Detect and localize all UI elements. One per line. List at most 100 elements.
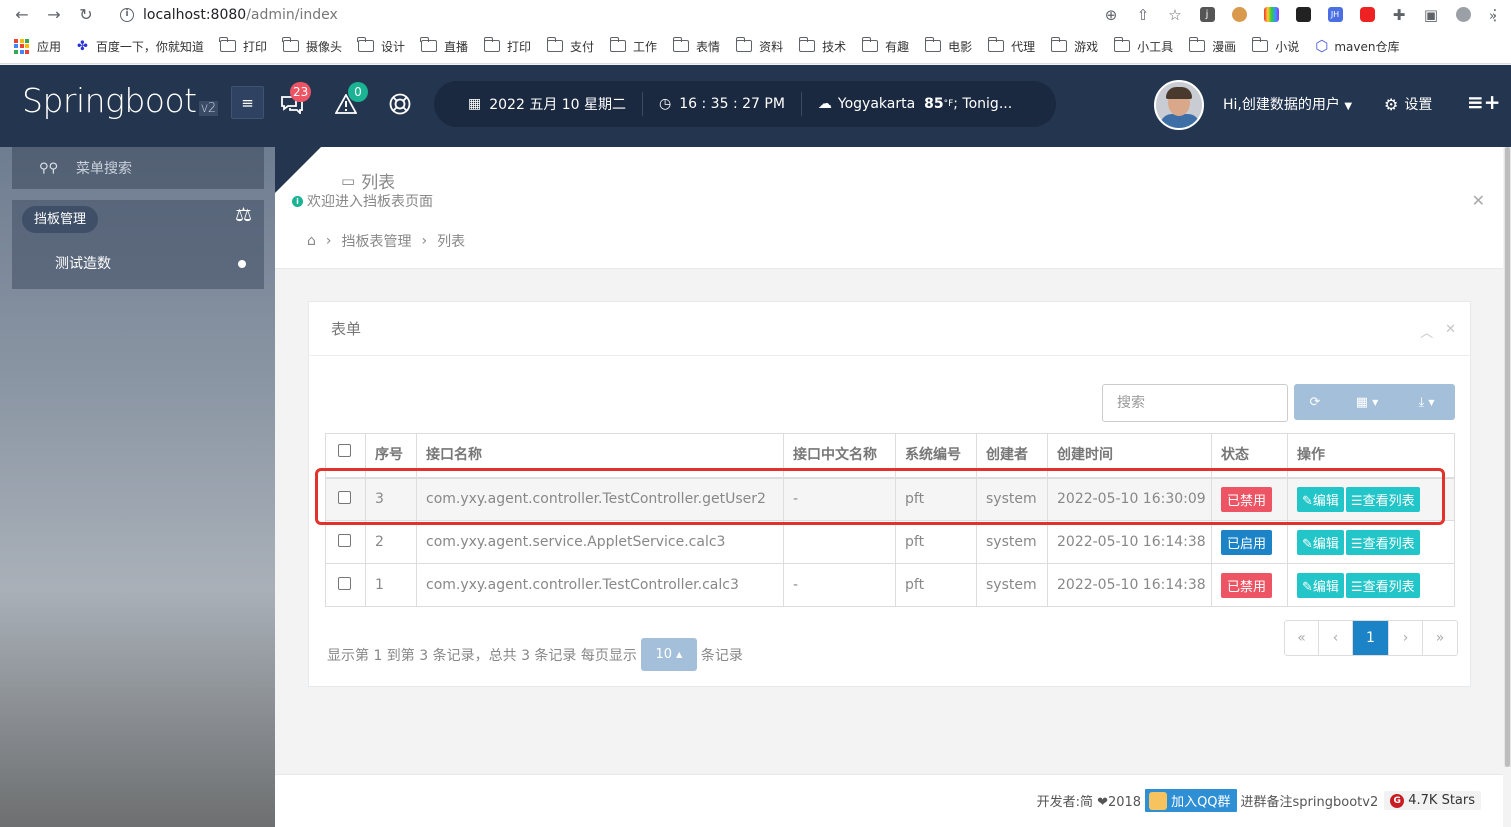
row-checkbox[interactable] (338, 533, 351, 547)
col-cn-name[interactable]: 接口中文名称 (783, 433, 896, 479)
back-button[interactable]: ← (6, 0, 38, 29)
bookmark-item[interactable]: 漫画 (1188, 37, 1236, 55)
bookmark-item[interactable]: 表情 (672, 37, 720, 55)
alerts-icon[interactable]: 0 (332, 82, 368, 118)
table-row[interactable]: 3 com.yxy.agent.controller.TestController… (325, 477, 1455, 521)
app-logo[interactable]: Springboot v2 (22, 81, 218, 120)
page-size-value: 10 (655, 647, 672, 662)
reload-button[interactable]: ↻ (70, 0, 102, 29)
extension-color-icon[interactable] (1255, 0, 1287, 29)
github-stars-badge[interactable]: G 4.7K Stars (1384, 791, 1481, 810)
bookmarks-more[interactable]: » (1489, 9, 1497, 24)
scrollbar[interactable] (1504, 147, 1511, 767)
time-display: ◷ 16 : 35 : 27 PM (643, 92, 802, 116)
row-checkbox[interactable] (338, 576, 351, 590)
home-icon[interactable]: ⌂ (307, 233, 316, 249)
avatar[interactable] (1154, 80, 1204, 130)
bookmark-item[interactable]: ⬡ maven仓库 (1315, 37, 1399, 55)
bookmark-item[interactable]: 应用 (14, 38, 61, 55)
view-list-button[interactable]: ☰查看列表 (1345, 572, 1420, 598)
cell-seq: 1 (365, 563, 417, 607)
sidebar-item-test-data[interactable]: 测试造数 (55, 253, 111, 273)
bookmark-item[interactable]: 工作 (609, 37, 657, 55)
bookmark-item[interactable]: 设计 (357, 37, 405, 55)
bookmark-item[interactable]: 有趣 (861, 37, 909, 55)
bookmark-item[interactable]: 小说 (1251, 37, 1299, 55)
forward-button[interactable]: → (38, 0, 70, 29)
export-button[interactable]: ⤓ ▼ (1398, 384, 1455, 420)
bookmark-item[interactable]: 资料 (735, 37, 783, 55)
col-created[interactable]: 创建时间 (1047, 433, 1212, 479)
extension-video-icon[interactable] (1351, 0, 1383, 29)
bookmark-item[interactable]: 小工具 (1113, 37, 1173, 55)
view-list-button[interactable]: ☰查看列表 (1345, 486, 1420, 512)
address-bar[interactable]: i localhost:8080/admin/index (108, 1, 1178, 28)
bookmark-item[interactable]: 直播 (420, 37, 468, 55)
table-row[interactable]: 1 com.yxy.agent.controller.TestController… (325, 563, 1455, 607)
scrollbar-thumb[interactable] (1505, 147, 1510, 767)
sidepanel-icon[interactable]: ▣ (1415, 0, 1447, 29)
panel-title: 表单 (309, 302, 1470, 356)
bookmark-label: 应用 (37, 39, 62, 54)
bookmark-item[interactable]: 支付 (546, 37, 594, 55)
menu-search[interactable]: ⚲⚲ 菜单搜索 (12, 147, 264, 189)
view-list-button[interactable]: ☰查看列表 (1345, 529, 1420, 555)
edit-button[interactable]: ✎编辑 (1297, 486, 1344, 512)
page-next[interactable]: › (1389, 621, 1423, 655)
extension-cookie-icon[interactable] (1223, 0, 1255, 29)
status-badge[interactable]: 已禁用 (1221, 486, 1273, 512)
settings-link[interactable]: ⚙ 设置 (1384, 94, 1432, 114)
bookmark-item[interactable]: 技术 (798, 37, 846, 55)
zoom-icon[interactable]: ⊕ (1095, 0, 1127, 29)
extension-j-icon[interactable]: j (1191, 0, 1223, 29)
menu-toggle-button[interactable]: ≡ (231, 86, 264, 119)
extension-jh-icon[interactable]: JH (1319, 0, 1351, 29)
search-input[interactable] (1102, 384, 1288, 422)
col-status[interactable]: 状态 (1211, 433, 1288, 479)
bookmark-item[interactable]: 摄像头 (282, 37, 342, 55)
extension-black-icon[interactable] (1287, 0, 1319, 29)
row-checkbox[interactable] (338, 490, 351, 504)
bookmark-item[interactable]: 代理 (987, 37, 1035, 55)
breadcrumb-item-baffle-manage[interactable]: 挡板表管理 (342, 231, 412, 251)
table-row[interactable]: 2 com.yxy.agent.service.AppletService.cal… (325, 520, 1455, 564)
edit-button[interactable]: ✎编辑 (1297, 529, 1344, 555)
user-menu-dropdown[interactable]: Hi,创建数据的用户 ▼ (1223, 94, 1352, 114)
profile-icon[interactable] (1447, 0, 1479, 29)
share-icon[interactable]: ⇧ (1127, 0, 1159, 29)
page-prev[interactable]: ‹ (1319, 621, 1353, 655)
select-all-checkbox[interactable] (338, 444, 351, 457)
sidebar-group-baffle[interactable]: 挡板管理 (22, 206, 99, 233)
collapse-icon[interactable]: ︿ (1420, 322, 1433, 341)
cell-status: 已启用 (1211, 520, 1288, 564)
site-info-icon[interactable]: i (120, 7, 134, 22)
messages-icon[interactable]: 23 (278, 82, 312, 118)
columns-button[interactable]: ▦ ▼ (1336, 384, 1398, 420)
panel-close-icon[interactable]: ✕ (1445, 322, 1456, 341)
help-lifebuoy-icon[interactable] (386, 90, 414, 118)
join-qq-group-button[interactable]: 加入QQ群 (1145, 789, 1237, 812)
bookmark-item[interactable]: 游戏 (1050, 37, 1098, 55)
col-creator[interactable]: 创建者 (976, 433, 1048, 479)
close-icon[interactable]: ✕ (1472, 191, 1485, 210)
bookmark-item[interactable]: 打印 (219, 37, 267, 55)
col-name[interactable]: 接口名称 (416, 433, 784, 479)
add-menu-icon[interactable]: ≡+ (1467, 90, 1501, 114)
col-system[interactable]: 系统编号 (895, 433, 977, 479)
page-first[interactable]: « (1285, 621, 1319, 655)
page-current[interactable]: 1 (1353, 621, 1389, 655)
balance-scale-icon: ⚖ (234, 204, 252, 226)
page-last[interactable]: » (1423, 621, 1457, 655)
extensions-puzzle-icon[interactable]: ✚ (1383, 0, 1415, 29)
page-size-dropdown[interactable]: 10 ▲ (640, 638, 697, 671)
bookmark-star-icon[interactable]: ☆ (1159, 0, 1191, 29)
status-badge[interactable]: 已禁用 (1221, 572, 1273, 598)
status-badge[interactable]: 已启用 (1221, 529, 1273, 555)
col-seq[interactable]: 序号 (365, 433, 417, 479)
bookmark-item[interactable]: ✤ 百度一下，你就知道 (77, 38, 204, 55)
refresh-button[interactable]: ⟳ (1294, 384, 1336, 420)
bookmark-item[interactable]: 电影 (924, 37, 972, 55)
gear-icon: ⚙ (1384, 94, 1399, 114)
bookmark-item[interactable]: 打印 (483, 37, 531, 55)
edit-button[interactable]: ✎编辑 (1297, 572, 1344, 598)
